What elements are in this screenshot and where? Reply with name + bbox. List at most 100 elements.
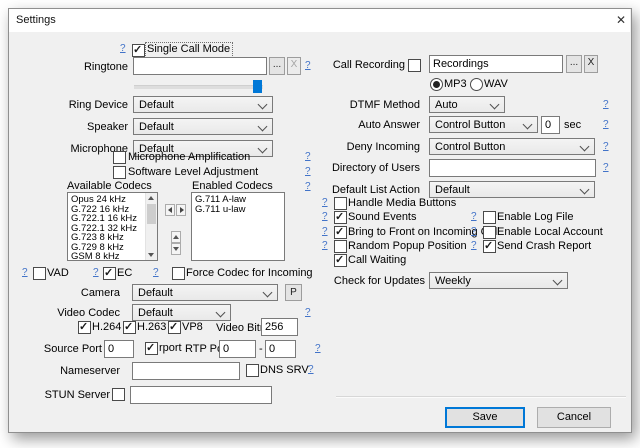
bring-to-front-checkbox[interactable] [334,226,347,239]
call-recording-browse-button[interactable]: ... [566,55,582,73]
help-link-single-call-mode[interactable]: ? [120,43,126,55]
save-button[interactable]: Save [445,407,525,428]
send-crash-report-checkbox[interactable] [483,240,496,253]
random-popup-checkbox[interactable] [334,240,347,253]
help-link-codecs[interactable]: ? [305,181,311,193]
rtp-port-from-input[interactable] [219,340,256,358]
help-link-force-codec[interactable]: ? [153,267,159,279]
rtp-port-to-input[interactable] [265,340,296,358]
h264-checkbox[interactable] [78,321,91,334]
video-codec-select[interactable]: Default [132,304,231,321]
help-link-handle-media[interactable]: ? [322,197,328,209]
stun-server-input[interactable] [130,386,272,404]
video-bitrate-input[interactable] [261,318,298,336]
ringtone-volume-slider-thumb[interactable] [253,80,262,93]
default-list-action-select[interactable]: Default [429,181,595,198]
help-link-bring-front[interactable]: ? [322,226,328,238]
handle-media-buttons-checkbox[interactable] [334,197,347,210]
cancel-button[interactable]: Cancel [537,407,611,428]
enable-log-file-label: Enable Log File [497,211,573,224]
help-link-rtp-ports[interactable]: ? [315,343,321,355]
call-recording-folder-input[interactable] [429,55,563,73]
vp8-checkbox[interactable] [168,321,181,334]
available-codecs-list[interactable]: Opus 24 kHz G.722 16 kHz G.722.1 16 kHz … [67,192,158,261]
help-link-random-popup[interactable]: ? [322,240,328,252]
scrollbar-thumb[interactable] [147,204,156,224]
titlebar[interactable] [9,9,630,32]
camera-preview-button[interactable]: P [285,284,302,301]
help-link-crash-report[interactable]: ? [471,240,477,252]
vad-label: VAD [47,267,69,280]
dns-srv-checkbox[interactable] [246,364,259,377]
send-crash-report-label: Send Crash Report [497,240,591,253]
help-link-nameserver[interactable]: ? [308,364,314,376]
help-link-sound-events[interactable]: ? [322,211,328,223]
video-codec-label: Video Codec [40,307,120,320]
deny-incoming-select[interactable]: Control Button [429,138,595,155]
chevron-down-icon [490,100,500,110]
codec-add-button[interactable] [176,204,186,216]
vp8-label: VP8 [182,321,203,334]
force-codec-checkbox[interactable] [172,267,185,280]
codec-remove-button[interactable] [165,204,175,216]
sound-events-label: Sound Events [348,211,417,224]
auto-answer-seconds-input[interactable] [541,116,560,134]
h263-checkbox[interactable] [123,321,136,334]
source-port-input[interactable] [104,340,134,358]
help-link-deny-incoming[interactable]: ? [603,141,609,153]
enable-log-file-checkbox[interactable] [483,211,496,224]
chevron-down-icon [216,308,226,318]
ringtone-browse-button[interactable]: ... [269,57,285,75]
ringtone-input[interactable] [133,57,267,75]
nameserver-input[interactable] [132,362,240,380]
call-waiting-checkbox[interactable] [334,254,347,267]
close-icon[interactable]: ✕ [612,11,630,29]
arrow-down-icon [173,247,179,251]
list-item[interactable]: GSM 8 kHz [69,252,157,261]
directory-of-users-input[interactable] [429,159,596,177]
vad-checkbox[interactable] [33,267,46,280]
help-link-dtmf[interactable]: ? [603,99,609,111]
ring-device-select[interactable]: Default [133,96,273,113]
software-level-adjustment-checkbox[interactable] [113,166,126,179]
help-link-enable-local[interactable]: ? [471,226,477,238]
help-link-video-codec[interactable]: ? [305,307,311,319]
help-link-ec[interactable]: ? [93,267,99,279]
codec-list-scrollbar[interactable] [145,193,157,260]
list-item[interactable]: G.711 u-law [193,205,284,215]
help-link-vad[interactable]: ? [22,267,28,279]
mp3-radio[interactable] [430,78,443,91]
check-for-updates-select[interactable]: Weekly [429,272,568,289]
rport-checkbox[interactable] [145,342,158,355]
enabled-codecs-list[interactable]: G.711 A-law G.711 u-law [191,192,285,261]
help-link-mic-amplification[interactable]: ? [305,151,311,163]
stun-server-checkbox[interactable] [112,388,125,401]
camera-select[interactable]: Default [132,284,278,301]
codec-move-up-button[interactable] [171,231,181,243]
ring-device-label: Ring Device [40,99,128,112]
enable-local-account-checkbox[interactable] [483,226,496,239]
scroll-up-icon[interactable] [146,193,157,203]
microphone-amplification-checkbox[interactable] [113,151,126,164]
help-link-ringtone[interactable]: ? [305,60,311,72]
sound-events-checkbox[interactable] [334,211,347,224]
call-recording-checkbox[interactable] [408,59,421,72]
chevron-down-icon [553,276,563,286]
scroll-down-icon[interactable] [146,250,157,260]
single-call-mode-checkbox[interactable] [132,44,145,57]
ringtone-volume-slider[interactable] [134,85,263,89]
help-link-auto-answer[interactable]: ? [603,119,609,131]
help-link-enable-log[interactable]: ? [471,211,477,223]
single-call-mode-label[interactable]: Single Call Mode [146,43,232,57]
help-link-directory[interactable]: ? [603,162,609,174]
speaker-select[interactable]: Default [133,118,273,135]
ec-checkbox[interactable] [103,267,116,280]
dtmf-method-select[interactable]: Auto [429,96,505,113]
check-for-updates-label: Check for Updates [330,275,425,288]
codec-move-down-button[interactable] [171,243,181,255]
help-link-software-level[interactable]: ? [305,166,311,178]
wav-radio[interactable] [470,78,483,91]
call-recording-clear-button[interactable]: X [584,55,598,73]
ringtone-clear-button[interactable]: X [287,57,301,75]
auto-answer-select[interactable]: Control Button [429,116,538,133]
